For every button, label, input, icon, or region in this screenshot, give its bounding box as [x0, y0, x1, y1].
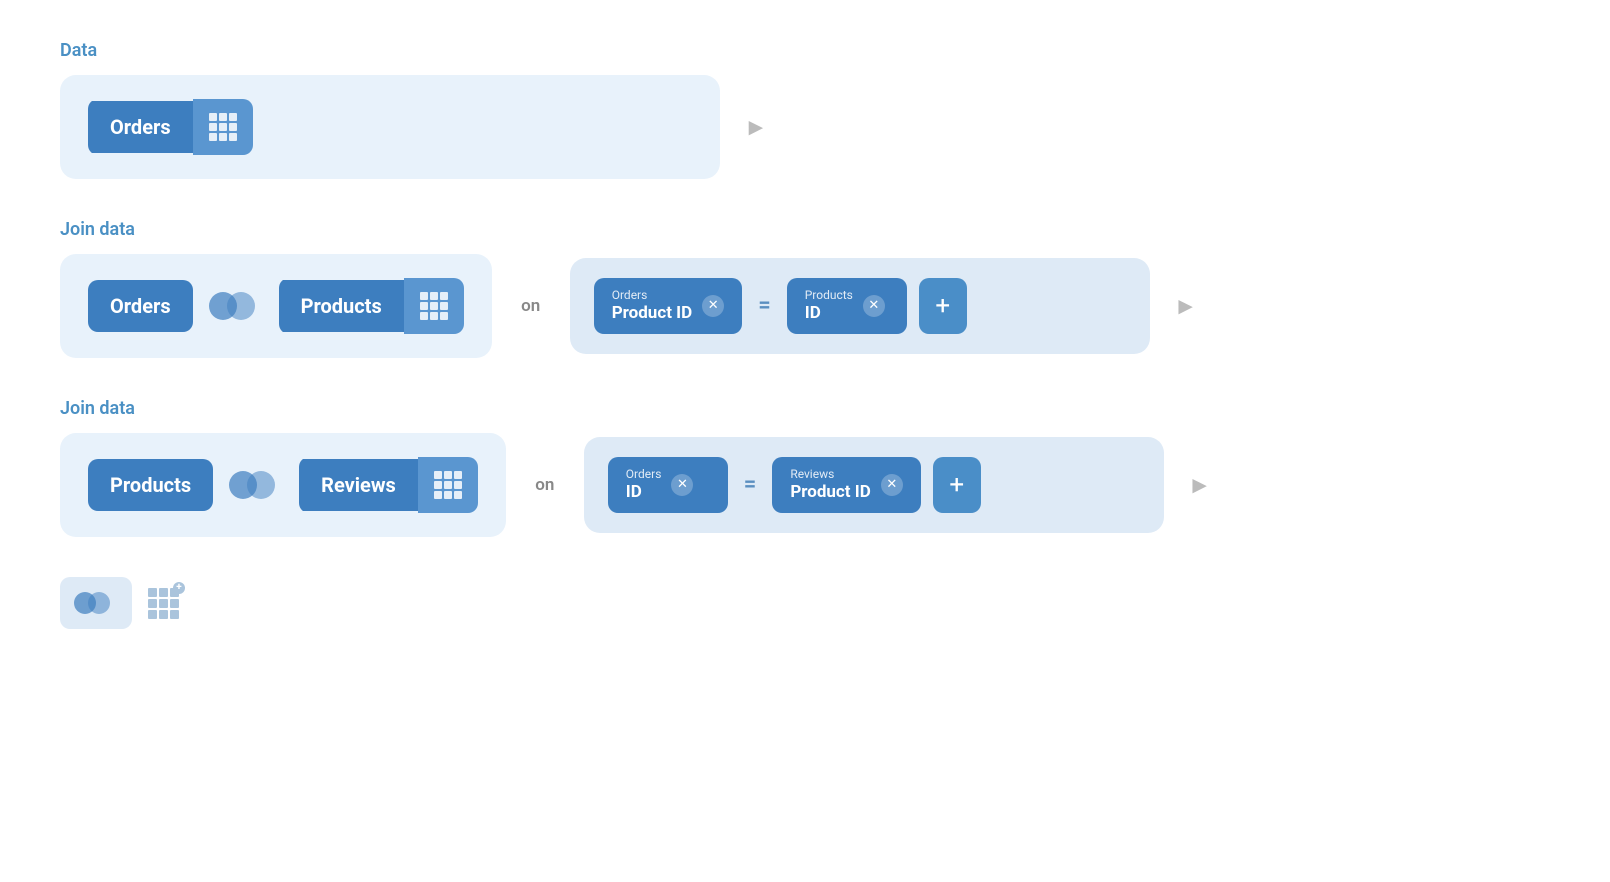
bottom-toolbar: +	[60, 577, 1550, 629]
join2-condition-panel: Orders ID ✕ = Reviews Product ID ✕ +	[584, 437, 1164, 533]
join2-right-sub: Reviews	[790, 467, 870, 481]
toolbar-grid-icon: +	[148, 588, 179, 619]
toolbar-overlap-icon	[74, 587, 118, 619]
join1-section-label: Join data	[60, 219, 1550, 240]
circle-right-2	[247, 471, 275, 499]
join2-reviews-grid-icon[interactable]	[418, 457, 478, 513]
join1-left-main: Product ID	[612, 302, 692, 324]
data-section: Data Orders ►	[60, 40, 1550, 179]
orders-grid-icon[interactable]	[193, 99, 253, 155]
circle-right	[227, 292, 255, 320]
join2-left-table-btn[interactable]: Products	[88, 459, 213, 511]
data-section-label: Data	[60, 40, 1550, 61]
join2-reviews-label: Reviews	[299, 459, 418, 511]
join2-section-label: Join data	[60, 398, 1550, 419]
join1-row: Orders Products on	[60, 254, 1550, 358]
join2-right-condition[interactable]: Reviews Product ID ✕	[772, 457, 920, 513]
join2-section: Join data Products Reviews	[60, 398, 1550, 537]
join2-overlap-icon[interactable]	[229, 465, 283, 505]
join2-right-condition-inner: Reviews Product ID	[790, 467, 870, 503]
join2-arrow[interactable]: ►	[1188, 471, 1212, 500]
join2-left-sub: Orders	[626, 467, 662, 481]
join1-left-table-btn[interactable]: Orders	[88, 280, 193, 332]
join2-equals: =	[744, 472, 757, 497]
join1-products-grid-icon[interactable]	[404, 278, 464, 334]
join2-right-table-btn[interactable]: Reviews	[299, 457, 478, 513]
data-row: Orders ►	[60, 75, 1550, 179]
join1-on-label: on	[516, 296, 546, 316]
toolbar-plus-overlay: +	[173, 582, 185, 594]
join1-right-close[interactable]: ✕	[863, 295, 885, 317]
join2-products-label: Products	[88, 459, 213, 511]
join1-right-condition-inner: Products ID	[805, 288, 853, 324]
orders-label: Orders	[88, 101, 193, 153]
grid-icon-2	[420, 292, 448, 320]
join2-left-condition-inner: Orders ID	[626, 467, 662, 503]
data-panel: Orders	[60, 75, 720, 179]
join1-left-condition-inner: Orders Product ID	[612, 288, 692, 324]
join1-right-sub: Products	[805, 288, 853, 302]
join1-section: Join data Orders Products	[60, 219, 1550, 358]
join2-left-main: ID	[626, 481, 662, 503]
join1-right-table-btn[interactable]: Products	[279, 278, 464, 334]
join2-on-label: on	[530, 475, 560, 495]
join1-orders-label: Orders	[88, 280, 193, 332]
join2-row: Products Reviews on	[60, 433, 1550, 537]
join1-right-main: ID	[805, 302, 853, 324]
join1-products-label: Products	[279, 280, 404, 332]
join2-left-condition[interactable]: Orders ID ✕	[608, 457, 728, 513]
join1-tables-panel: Orders Products	[60, 254, 492, 358]
join1-add-btn[interactable]: +	[919, 278, 967, 334]
orders-table-btn[interactable]: Orders	[88, 99, 253, 155]
join2-add-btn[interactable]: +	[933, 457, 981, 513]
join2-left-close[interactable]: ✕	[671, 474, 693, 496]
join1-left-sub: Orders	[612, 288, 692, 302]
toolbar-join-btn[interactable]	[60, 577, 132, 629]
join1-arrow[interactable]: ►	[1174, 292, 1198, 321]
join2-right-main: Product ID	[790, 481, 870, 503]
join1-equals: =	[758, 293, 771, 318]
grid-icon	[209, 113, 237, 141]
join1-left-close[interactable]: ✕	[702, 295, 724, 317]
grid-icon-3	[434, 471, 462, 499]
join1-condition-panel: Orders Product ID ✕ = Products ID ✕ +	[570, 258, 1150, 354]
join2-tables-panel: Products Reviews	[60, 433, 506, 537]
toolbar-add-table-btn[interactable]: +	[148, 588, 179, 619]
join1-left-condition[interactable]: Orders Product ID ✕	[594, 278, 742, 334]
join1-overlap-icon[interactable]	[209, 286, 263, 326]
join2-right-close[interactable]: ✕	[881, 474, 903, 496]
data-arrow[interactable]: ►	[744, 113, 768, 142]
join1-right-condition[interactable]: Products ID ✕	[787, 278, 907, 334]
toolbar-circle-right	[88, 592, 110, 614]
